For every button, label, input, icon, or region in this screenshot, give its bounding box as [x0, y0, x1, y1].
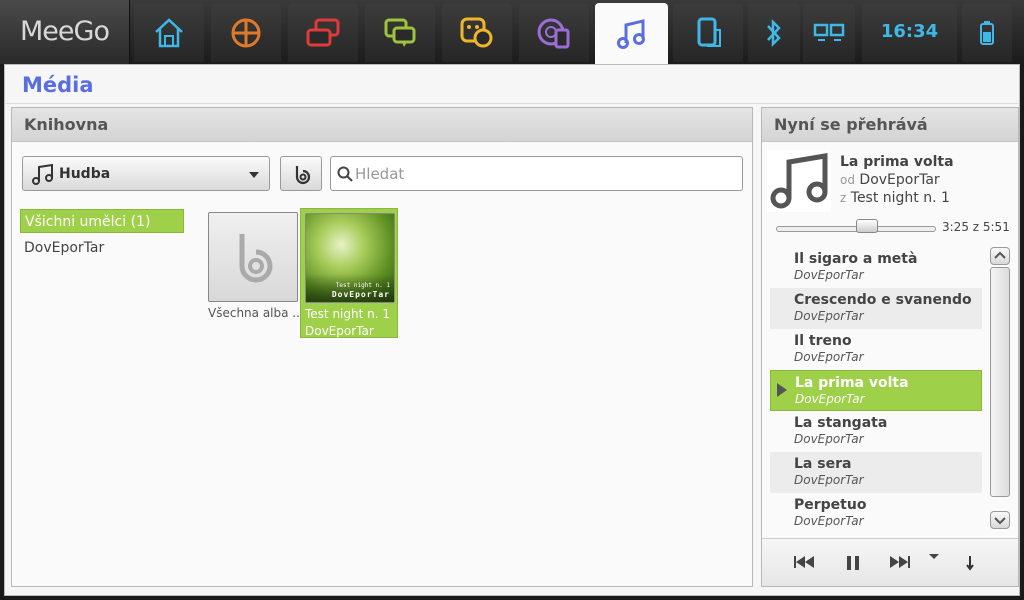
now-playing-panel: Nyní se přehrává La prima volta od DovEp…	[761, 107, 1019, 587]
page-title: Média	[22, 73, 94, 97]
playlist-row[interactable]: Perpetuo DovEporTar	[770, 493, 982, 527]
tab-zones[interactable]	[288, 4, 358, 62]
devices-icon	[697, 17, 721, 47]
scroll-up-button[interactable]	[990, 247, 1010, 265]
display-icon	[813, 23, 845, 41]
playlist-row[interactable]: Crescendo e svanendo DovEporTar	[770, 288, 982, 329]
banshee-button[interactable]	[280, 156, 322, 191]
song-artist: DovEporTar	[794, 350, 864, 364]
tab-internet[interactable]	[519, 4, 589, 62]
song-title: La sera	[794, 456, 852, 472]
playlist[interactable]: Il sigaro a metà DovEporTar Crescendo e sv…	[770, 247, 982, 527]
cover-subtitle: Test night n. 1	[335, 282, 390, 289]
now-playing-artist-line: od DovEporTar	[840, 172, 940, 188]
playlist-scrollbar[interactable]	[990, 247, 1010, 531]
album-placeholder-cover	[208, 212, 298, 302]
now-playing-artist: DovEporTar	[859, 172, 940, 188]
clock[interactable]: 16:34	[862, 4, 957, 62]
song-artist: DovEporTar	[794, 473, 864, 487]
song-title: La stangata	[794, 415, 888, 431]
next-icon[interactable]	[888, 555, 910, 569]
search-field[interactable]	[330, 156, 743, 191]
tab-media[interactable]	[595, 3, 668, 64]
playlist-row[interactable]: Il treno DovEporTar	[770, 329, 982, 370]
album-item-selected[interactable]: Test night n. 1 DovEporTar Test night n.…	[300, 208, 398, 338]
dropdown-value: Hudba	[59, 166, 111, 182]
tab-home[interactable]	[134, 4, 204, 62]
playlist-row[interactable]: Il sigaro a metà DovEporTar	[770, 247, 982, 288]
banshee-icon	[239, 234, 273, 283]
battery-button[interactable]	[962, 4, 1012, 62]
library-header: Knihovna	[12, 108, 752, 142]
song-artist: DovEporTar	[794, 268, 864, 282]
music-icon	[616, 18, 645, 49]
song-artist: DovEporTar	[794, 309, 864, 323]
playlist-row[interactable]: La sera DovEporTar	[770, 452, 982, 493]
song-title: La prima volta	[795, 375, 909, 391]
web-icon	[537, 18, 570, 49]
now-playing-header: Nyní se přehrává	[762, 108, 1018, 142]
bluetooth-icon	[767, 18, 781, 48]
artist-item[interactable]: DovEporTar	[20, 236, 184, 260]
music-note-icon	[770, 153, 828, 209]
song-artist: DovEporTar	[794, 514, 864, 527]
meego-logo[interactable]: MeeGo	[0, 0, 130, 64]
banshee-icon	[295, 166, 311, 185]
zones-icon	[306, 18, 340, 47]
scroll-down-button[interactable]	[990, 511, 1010, 529]
tab-status[interactable]	[365, 4, 435, 62]
now-playing-album: Test night n. 1	[850, 190, 950, 206]
song-title: Perpetuo	[794, 497, 867, 513]
apps-icon	[231, 18, 261, 48]
time-readout: 3:25 z 5:51	[942, 220, 1010, 234]
top-bar: MeeGo 16:34	[0, 0, 1024, 64]
media-type-dropdown[interactable]: Hudba	[22, 156, 270, 191]
now-playing-title: La prima volta	[840, 154, 954, 170]
now-playing-album-line: z Test night n. 1	[840, 190, 950, 206]
tab-devices[interactable]	[673, 4, 743, 62]
now-playing-art	[767, 150, 831, 212]
home-icon	[155, 18, 183, 48]
artist-item-all[interactable]: Všichni umělci (1)	[20, 209, 184, 233]
album-cover: Test night n. 1 DovEporTar	[305, 213, 395, 303]
tab-people[interactable]	[442, 4, 512, 62]
divider	[5, 103, 1019, 104]
repeat-icon[interactable]	[964, 555, 976, 571]
album-title: Test night n. 1	[305, 307, 390, 321]
search-icon	[337, 166, 353, 182]
chevron-down-icon	[249, 172, 259, 178]
seek-handle[interactable]	[856, 219, 879, 233]
playlist-row[interactable]: La stangata DovEporTar	[770, 411, 982, 452]
cover-artist: DovEporTar	[331, 290, 390, 299]
chevron-up-icon	[994, 251, 1006, 259]
music-note-icon	[32, 163, 53, 185]
from-label: z	[840, 191, 847, 205]
by-label: od	[840, 173, 855, 187]
people-icon	[460, 17, 493, 48]
search-input[interactable]	[355, 164, 735, 184]
bluetooth-button[interactable]	[748, 4, 800, 62]
album-artist: DovEporTar	[305, 324, 374, 338]
play-indicator-icon	[777, 383, 787, 397]
playlist-row[interactable]: La prima volta DovEporTar	[770, 370, 982, 411]
song-title: Crescendo e svanendo	[794, 292, 972, 308]
scroll-thumb[interactable]	[990, 267, 1010, 497]
chevron-down-icon[interactable]	[928, 553, 940, 561]
song-artist: DovEporTar	[794, 432, 864, 446]
library-panel: Knihovna Hudba Všichni umělci (1) DovEpo…	[11, 107, 753, 587]
chat-icon	[384, 18, 416, 47]
battery-icon	[980, 21, 994, 45]
previous-icon[interactable]	[794, 555, 816, 569]
tab-apps[interactable]	[211, 4, 281, 62]
album-title: Všechna alba ...	[208, 306, 300, 320]
album-all[interactable]: Všechna alba ...	[204, 208, 302, 338]
media-window: Média Knihovna Hudba Všichni umělci (1) …	[4, 64, 1020, 596]
song-title: Il treno	[794, 333, 852, 349]
pause-icon[interactable]	[846, 555, 860, 571]
playback-controls	[762, 538, 1018, 586]
chevron-down-icon	[994, 517, 1006, 525]
display-button[interactable]	[803, 4, 855, 62]
song-artist: DovEporTar	[795, 392, 865, 406]
song-title: Il sigaro a metà	[794, 251, 918, 267]
